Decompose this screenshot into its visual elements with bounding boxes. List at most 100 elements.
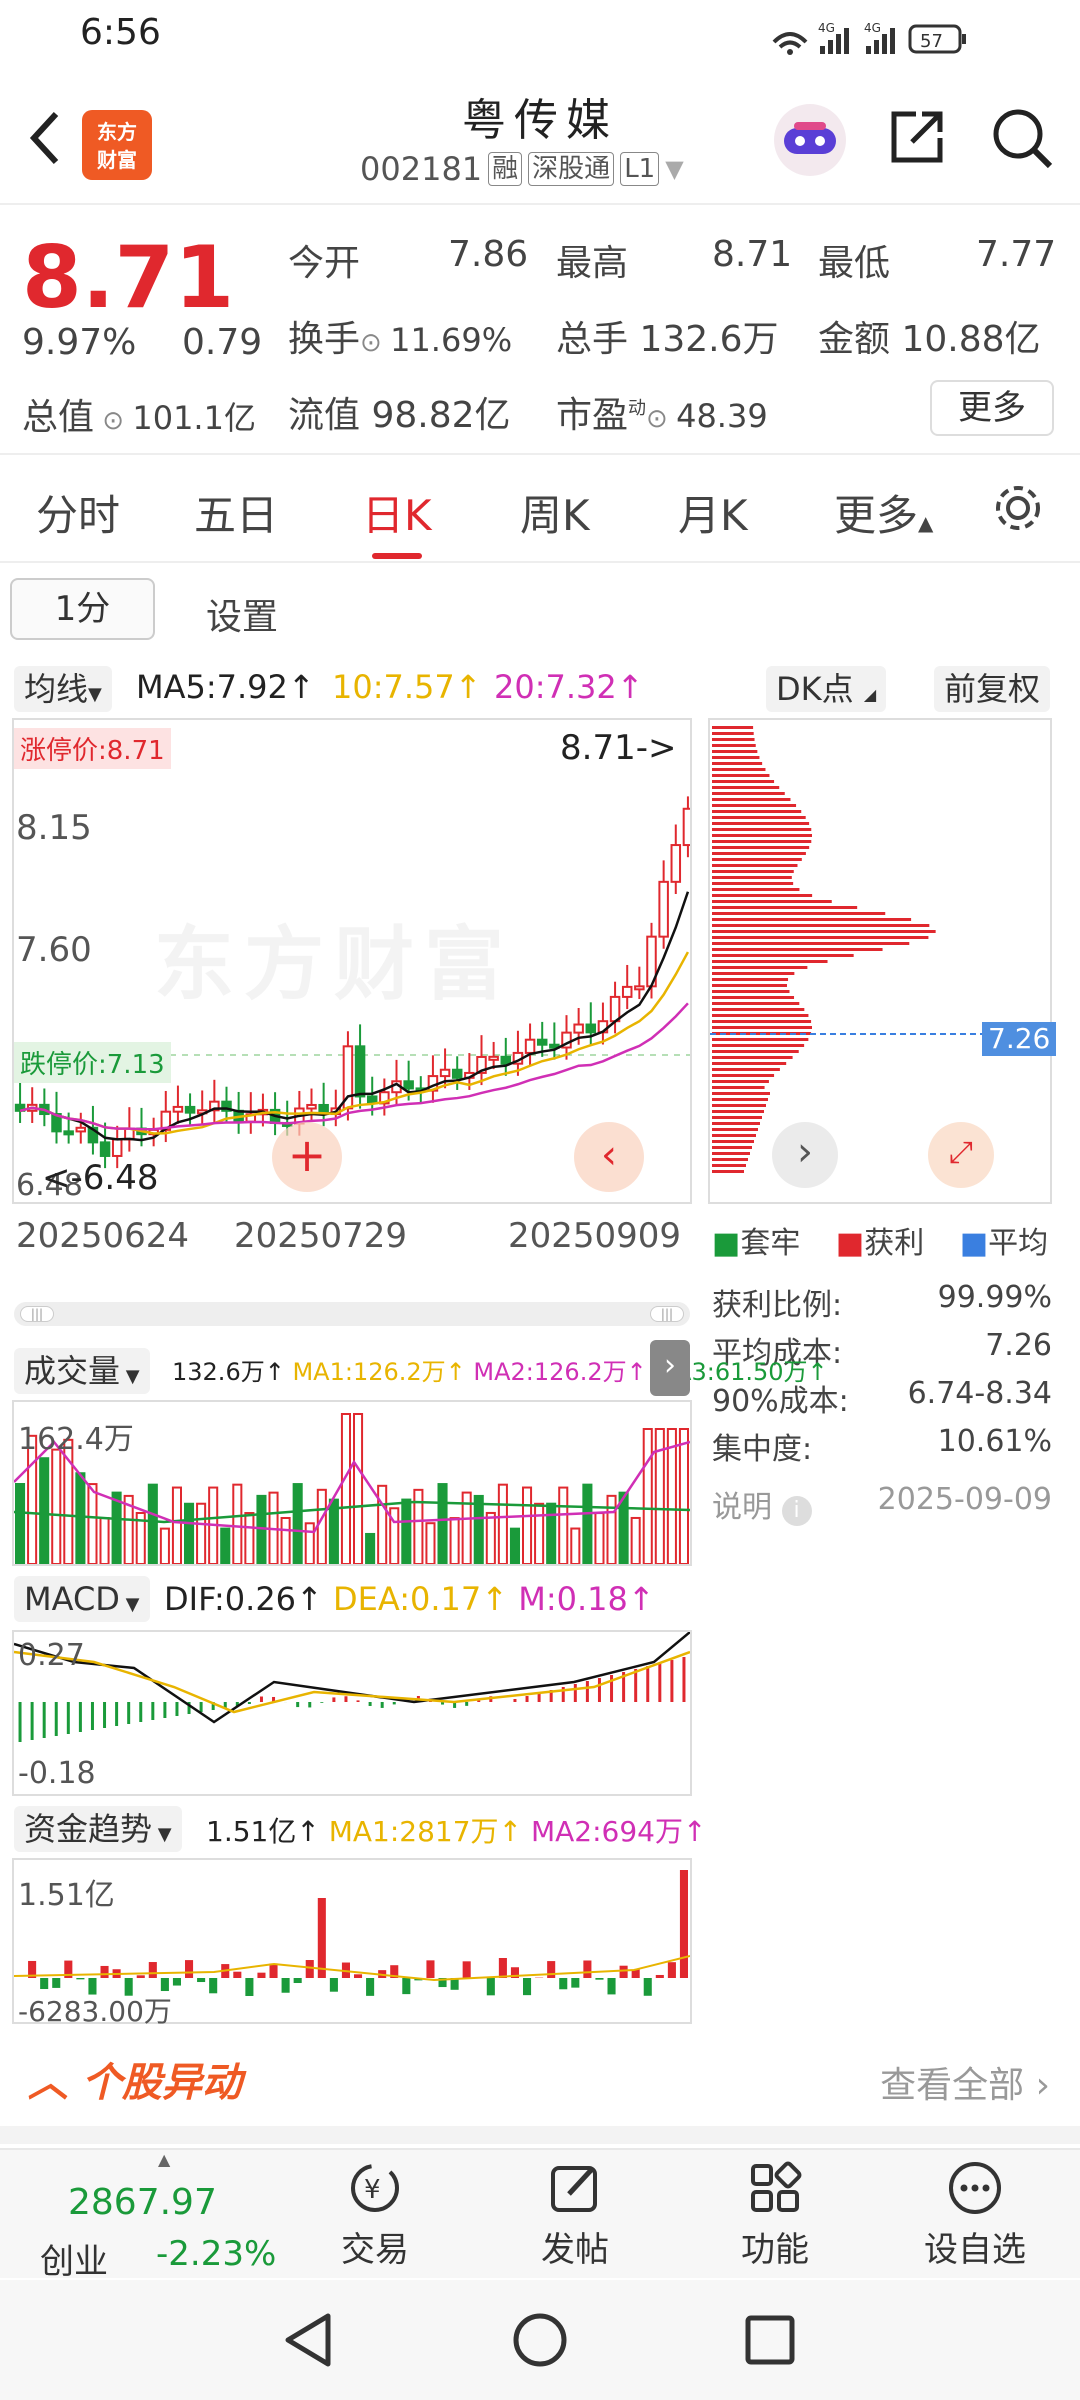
volume-bar xyxy=(51,1448,62,1564)
ma-selector[interactable]: 均线▼ xyxy=(14,666,112,712)
candle xyxy=(670,844,682,883)
turnover-field[interactable]: 换手⊙ 11.69% xyxy=(288,310,512,362)
chip-bar xyxy=(712,1020,812,1023)
volume-bar xyxy=(15,1483,26,1564)
macd-selector[interactable]: MACD ▼ xyxy=(14,1576,150,1622)
search-icon[interactable] xyxy=(990,106,1056,172)
chip-next-button[interactable]: › xyxy=(772,1122,838,1188)
chip-bar xyxy=(712,942,910,945)
open-value: 7.86 xyxy=(448,234,529,275)
fund-bar xyxy=(486,1978,495,1996)
macd-chart[interactable]: 0.27 -0.18 xyxy=(12,1630,692,1796)
candle xyxy=(658,880,669,938)
volume-legend: 132.6万↑ MA1:126.2万↑ MA2:126.2万↑ MA3:61.5… xyxy=(172,1358,828,1386)
stock-header: 东方 财富 粤传媒 002181 融 深股通 L1 ▼ xyxy=(0,80,1080,205)
candle xyxy=(488,1055,499,1061)
robot-assistant-icon[interactable] xyxy=(772,102,848,178)
expand-icon[interactable]: ⤢ xyxy=(928,1122,994,1188)
system-recents-icon[interactable] xyxy=(742,2312,798,2368)
dk-point-button[interactable]: DK点 ◢ xyxy=(766,666,887,712)
chip-bar xyxy=(712,1170,744,1173)
chip-bar xyxy=(712,816,806,819)
chip-bar xyxy=(712,876,792,879)
tab-monthly-k[interactable]: 月K xyxy=(678,482,748,543)
nav-watchlist[interactable]: 设自选 xyxy=(900,2160,1050,2271)
scroll-handle-right[interactable]: ||| xyxy=(650,1306,684,1322)
volume-chart[interactable]: 162.4万 xyxy=(12,1400,692,1566)
kline-chart[interactable]: 东方财富 涨停价:8.71 跌停价:7.13 8.15 7.60 6.48 8.… xyxy=(12,718,692,1204)
period-1min-button[interactable]: 1分 xyxy=(10,578,155,640)
fund-chart[interactable]: 1.51亿 -6283.00万 xyxy=(12,1858,692,2028)
chip-bar xyxy=(712,726,754,729)
scroll-handle-left[interactable]: ||| xyxy=(20,1306,54,1322)
chip-bar xyxy=(712,1044,805,1047)
system-back-icon[interactable] xyxy=(280,2310,336,2370)
fund-bar xyxy=(571,1978,580,1988)
view-all-link[interactable]: 查看全部 › xyxy=(880,2056,1050,2108)
macd-canvas xyxy=(14,1632,690,1742)
chip-bar xyxy=(712,924,930,927)
chip-note[interactable]: 说明 i 2025-09-09 xyxy=(712,1482,1052,1526)
ma5-value: MA5:7.92↑ xyxy=(136,668,315,706)
stock-subtitle[interactable]: 002181 融 深股通 L1 ▼ xyxy=(360,150,684,188)
fund-bar xyxy=(643,1978,652,1996)
expand-right-button[interactable]: › xyxy=(650,1340,690,1396)
index-ticker[interactable]: ▲ 2867.97 创业 -2.23% xyxy=(30,2150,290,2282)
chip-distribution-chart[interactable]: 7.26 › ⤢ xyxy=(708,718,1057,1204)
candle xyxy=(634,985,645,991)
chip-bar xyxy=(712,1014,809,1017)
nav-features[interactable]: 功能 xyxy=(700,2160,850,2271)
mcap-field[interactable]: 总值 ⊙ 101.1亿 xyxy=(22,388,256,440)
candle xyxy=(621,985,633,998)
more-button[interactable]: 更多 xyxy=(930,380,1054,436)
tab-five-day[interactable]: 五日 xyxy=(194,482,278,543)
fund-bar xyxy=(667,1962,676,1978)
pe-field[interactable]: 市盈动⊙ 48.39 xyxy=(556,386,768,438)
volume-selector[interactable]: 成交量 ▼ xyxy=(14,1348,150,1394)
volume-bar xyxy=(99,1517,110,1564)
chart-scrollbar[interactable]: ||| ||| xyxy=(14,1302,690,1326)
y-tick-8-15: 8.15 xyxy=(16,808,92,848)
chip-bar xyxy=(712,834,813,837)
volume-bar xyxy=(473,1494,484,1564)
volume-bar xyxy=(196,1502,207,1564)
fund-bar xyxy=(148,1962,157,1978)
settings-gear-icon[interactable] xyxy=(990,480,1046,536)
chip-bar xyxy=(712,786,780,789)
fund-bar xyxy=(305,1960,314,1978)
fund-bar xyxy=(366,1978,375,1996)
volume-bar xyxy=(377,1484,388,1564)
adjust-button[interactable]: 前复权 xyxy=(934,666,1051,712)
volume-bar xyxy=(582,1483,593,1564)
volume-bar xyxy=(666,1428,677,1564)
system-home-icon[interactable] xyxy=(510,2310,570,2370)
settings-link[interactable]: 设置 xyxy=(206,588,278,640)
ma20-value: 20:7.32↑ xyxy=(494,668,644,706)
share-icon[interactable] xyxy=(886,106,948,168)
candle xyxy=(451,1068,463,1079)
add-drawing-button[interactable]: + xyxy=(272,1122,342,1192)
volume-field: 总手 132.6万 xyxy=(556,319,779,360)
volume-bar xyxy=(232,1483,243,1564)
tab-daily-k[interactable]: 日K xyxy=(362,482,432,559)
fund-trend-selector[interactable]: 资金趋势 ▼ xyxy=(14,1806,182,1852)
fund-bar xyxy=(559,1978,568,1990)
nav-trade[interactable]: ¥ 交易 xyxy=(300,2160,450,2271)
candle xyxy=(75,1126,87,1133)
stock-alert-title[interactable]: ︿ 个股异动 xyxy=(28,2050,242,2108)
fund-bar xyxy=(426,1960,435,1978)
tab-more[interactable]: 更多▲ xyxy=(834,482,933,543)
chart-tabs: 分时 五日 日K 周K 月K 更多▲ xyxy=(0,458,1080,563)
collapse-left-button[interactable]: ‹ xyxy=(574,1122,644,1192)
connect-tag: 深股通 xyxy=(528,152,615,186)
float-field: 流值 98.82亿 xyxy=(288,395,511,436)
tab-intraday[interactable]: 分时 xyxy=(36,482,120,543)
tab-weekly-k[interactable]: 周K xyxy=(520,482,590,543)
candle xyxy=(354,1045,366,1098)
signal-battery-icons: 4G 4G 57 xyxy=(772,21,966,55)
fund-bar xyxy=(233,1971,242,1978)
chip-bar xyxy=(712,828,812,831)
nav-post[interactable]: 发帖 xyxy=(500,2160,650,2271)
min-price-label: <-6.48 xyxy=(42,1158,159,1198)
edit-icon xyxy=(551,2166,597,2212)
